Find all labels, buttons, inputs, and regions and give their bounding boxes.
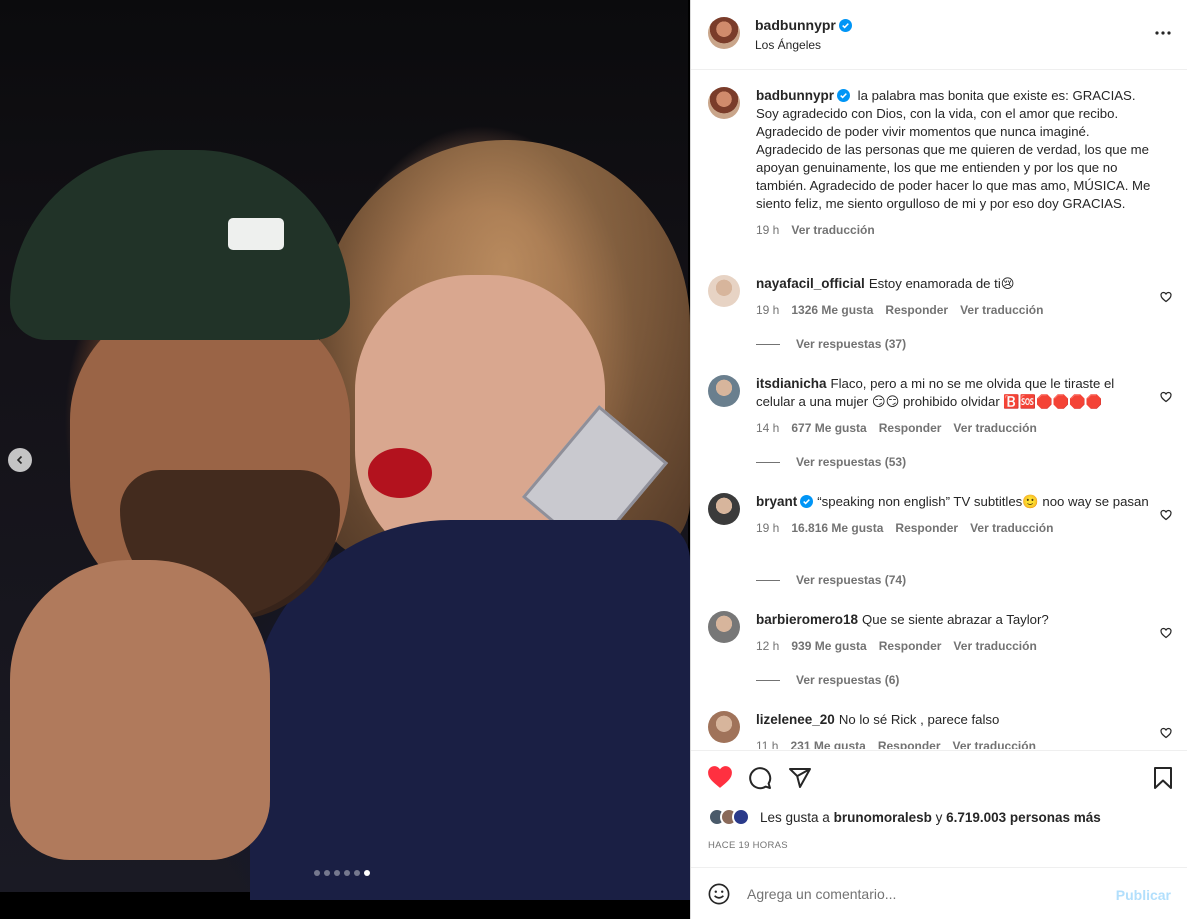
carousel-dot	[344, 870, 350, 876]
comment-time[interactable]: 19 h	[756, 519, 779, 537]
add-comment-bar: Publicar	[691, 867, 1187, 919]
author-username[interactable]: badbunnypr	[755, 17, 852, 33]
verified-badge-icon	[838, 19, 852, 32]
comment-text: “speaking non english” TV subtitles🙂 noo…	[817, 494, 1149, 509]
post-header: badbunnypr Los Ángeles	[691, 0, 1187, 70]
view-replies-button[interactable]: Ver respuestas (37)	[756, 337, 906, 351]
see-translation-link[interactable]: Ver traducción	[953, 637, 1036, 655]
see-translation-link[interactable]: Ver traducción	[970, 519, 1053, 537]
see-translation-link[interactable]: Ver traducción	[953, 737, 1036, 749]
share-icon[interactable]	[788, 766, 812, 790]
caption-username[interactable]: badbunnypr	[756, 88, 850, 103]
avatar[interactable]	[708, 493, 740, 525]
likes-count[interactable]: 6.719.003 personas más	[946, 810, 1101, 825]
avatar[interactable]	[708, 611, 740, 643]
publish-button[interactable]: Publicar	[1116, 887, 1171, 903]
reply-button[interactable]: Responder	[895, 519, 958, 537]
comment-username[interactable]: lizelenee_20	[756, 712, 835, 727]
comment-username[interactable]: nayafacil_official	[756, 276, 865, 291]
heart-outline-icon[interactable]	[1160, 391, 1172, 403]
avatar[interactable]	[708, 275, 740, 307]
comment-likes[interactable]: 16.816 Me gusta	[791, 519, 883, 537]
caption-text: la palabra mas bonita que existe es: GRA…	[756, 88, 1151, 211]
post-actions: Les gusta a brunomoralesb y 6.719.003 pe…	[691, 750, 1187, 868]
post-photo	[0, 0, 690, 900]
heart-outline-icon[interactable]	[1160, 627, 1172, 639]
comment-likes[interactable]: 939 Me gusta	[791, 637, 866, 655]
view-replies-button[interactable]: Ver respuestas (6)	[756, 673, 899, 687]
heart-outline-icon[interactable]	[1160, 291, 1172, 303]
carousel-dot	[354, 870, 360, 876]
post-location[interactable]: Los Ángeles	[755, 38, 821, 52]
carousel-dot	[334, 870, 340, 876]
carousel-dot	[324, 870, 330, 876]
carousel-dot	[314, 870, 320, 876]
avatar[interactable]	[708, 711, 740, 743]
comment-icon[interactable]	[748, 766, 772, 790]
verified-badge-icon	[800, 495, 814, 508]
see-translation-link[interactable]: Ver traducción	[960, 301, 1043, 319]
comment-time[interactable]: 14 h	[756, 419, 779, 437]
avatar[interactable]	[708, 375, 740, 407]
avatar	[732, 808, 750, 826]
reply-button[interactable]: Responder	[879, 637, 942, 655]
comment-username[interactable]: barbieromero18	[756, 612, 858, 627]
emoji-icon[interactable]	[708, 883, 730, 905]
liker-username[interactable]: brunomoralesb	[834, 810, 932, 825]
see-translation-link[interactable]: Ver traducción	[791, 221, 874, 239]
comment-input[interactable]	[747, 882, 1107, 906]
comment-text: No lo sé Rick , parece falso	[838, 712, 1000, 727]
post-sidebar: badbunnypr Los Ángeles badbunnypr la pal…	[690, 0, 1187, 919]
comments-list[interactable]: badbunnypr la palabra mas bonita que exi…	[691, 71, 1187, 749]
comment-likes[interactable]: 677 Me gusta	[791, 419, 866, 437]
view-replies-button[interactable]: Ver respuestas (53)	[756, 455, 906, 469]
post-media	[0, 0, 690, 919]
post-dialog: badbunnypr Los Ángeles badbunnypr la pal…	[0, 0, 1187, 919]
comment-time[interactable]: 19 h	[756, 301, 779, 319]
reply-button[interactable]: Responder	[878, 737, 941, 749]
bookmark-icon[interactable]	[1153, 766, 1173, 790]
comment-username[interactable]: itsdianicha	[756, 376, 827, 391]
comment-time[interactable]: 12 h	[756, 637, 779, 655]
carousel-indicator	[314, 870, 370, 876]
likes-summary[interactable]: Les gusta a brunomoralesb y 6.719.003 pe…	[708, 808, 1101, 826]
heart-outline-icon[interactable]	[1160, 727, 1172, 739]
carousel-prev-button[interactable]	[8, 448, 32, 472]
avatar[interactable]	[708, 17, 740, 49]
reply-button[interactable]: Responder	[885, 301, 948, 319]
caption-time[interactable]: 19 h	[756, 221, 779, 239]
view-replies-button[interactable]: Ver respuestas (74)	[756, 573, 906, 587]
see-translation-link[interactable]: Ver traducción	[953, 419, 1036, 437]
comment-likes[interactable]: 1326 Me gusta	[791, 301, 873, 319]
chevron-left-icon	[16, 455, 23, 465]
comment-time[interactable]: 11 h	[756, 737, 778, 749]
carousel-dot	[364, 870, 370, 876]
verified-badge-icon	[837, 89, 850, 102]
comment-likes[interactable]: 231 Me gusta	[790, 737, 865, 749]
more-horizontal-icon[interactable]	[1154, 24, 1172, 42]
comment-text: Estoy enamorada de ti😢	[868, 276, 1015, 291]
comment-text: Que se siente abrazar a Taylor?	[862, 612, 1049, 627]
avatar[interactable]	[708, 87, 740, 119]
reply-button[interactable]: Responder	[879, 419, 942, 437]
heart-outline-icon[interactable]	[1160, 509, 1172, 521]
comment-username[interactable]: bryant	[756, 494, 814, 509]
heart-filled-icon[interactable]	[707, 765, 733, 789]
post-timestamp: HACE 19 HORAS	[708, 840, 788, 851]
